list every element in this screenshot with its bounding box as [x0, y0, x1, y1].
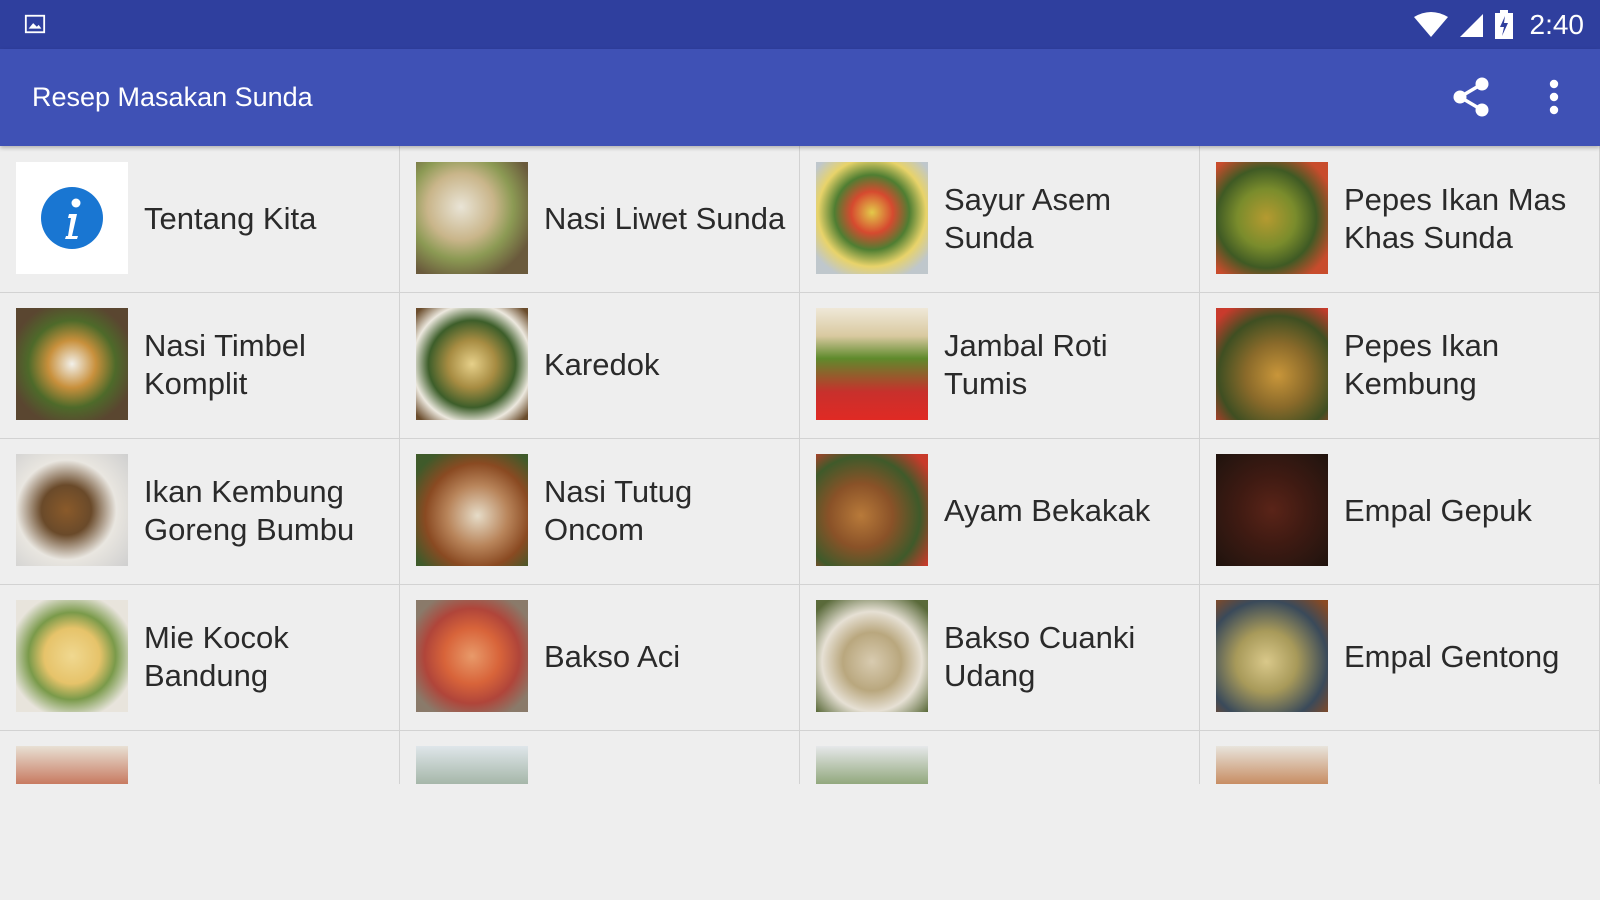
recipe-label: Mie Kocok Bandung [144, 620, 289, 693]
recipe-label: Ikan Kembung Goreng Bumbu [144, 474, 355, 547]
food-photo [16, 746, 128, 784]
food-photo [1216, 454, 1328, 566]
food-photo [416, 746, 528, 784]
food-photo [416, 454, 528, 566]
grid-row [0, 730, 1600, 784]
share-icon [1453, 77, 1489, 117]
app-bar: Resep Masakan Sunda [0, 49, 1600, 146]
recipe-label: Empal Gentong [1344, 639, 1560, 674]
app-title: Resep Masakan Sunda [32, 82, 313, 112]
info-thumbnail [16, 162, 128, 274]
status-indicators: 2:40 [1413, 0, 1585, 49]
recipe-item-nasi-timbel-komplit[interactable]: Nasi Timbel Komplit [0, 292, 400, 438]
share-button[interactable] [1447, 73, 1495, 121]
grid-row: Nasi Timbel Komplit Karedok Jambal Roti … [0, 292, 1600, 439]
grid-row: Ikan Kembung Goreng Bumbu Nasi Tutug Onc… [0, 438, 1600, 585]
recipe-item-empal-gepuk[interactable]: Empal Gepuk [1200, 438, 1600, 584]
food-photo [816, 308, 928, 420]
info-icon [41, 187, 103, 249]
recipe-item-tentang-kita[interactable]: Tentang Kita [0, 146, 400, 292]
recipe-label: Sayur Asem Sunda [944, 182, 1112, 255]
food-photo [1216, 308, 1328, 420]
more-vert-icon [1549, 79, 1559, 115]
recipe-item-ayam-bekakak[interactable]: Ayam Bekakak [800, 438, 1200, 584]
more-options-button[interactable] [1530, 73, 1578, 121]
food-photo [816, 600, 928, 712]
recipe-label: Pepes Ikan Mas Khas Sunda [1344, 182, 1567, 255]
recipe-item-partial[interactable] [800, 730, 1200, 784]
food-photo [16, 308, 128, 420]
empty-background [0, 784, 1600, 900]
recipe-label: Nasi Tutug Oncom [544, 474, 693, 547]
recipe-grid: Tentang Kita Nasi Liwet Sunda Sayur Asem… [0, 146, 1600, 784]
recipe-item-mie-kocok-bandung[interactable]: Mie Kocok Bandung [0, 584, 400, 730]
food-photo [816, 162, 928, 274]
recipe-item-nasi-tutug-oncom[interactable]: Nasi Tutug Oncom [400, 438, 800, 584]
recipe-item-jambal-roti-tumis[interactable]: Jambal Roti Tumis [800, 292, 1200, 438]
recipe-label: Bakso Aci [544, 639, 681, 674]
recipe-label: Nasi Liwet Sunda [544, 201, 786, 236]
recipe-item-pepes-ikan-mas[interactable]: Pepes Ikan Mas Khas Sunda [1200, 146, 1600, 292]
food-photo [416, 600, 528, 712]
status-bar: 2:40 [0, 0, 1600, 49]
recipe-label: Pepes Ikan Kembung [1344, 328, 1500, 401]
food-photo [416, 162, 528, 274]
food-photo [16, 454, 128, 566]
recipe-label: Empal Gepuk [1344, 493, 1532, 528]
recipe-label: Karedok [544, 347, 660, 382]
recipe-item-partial[interactable] [1200, 730, 1600, 784]
wifi-icon [1413, 11, 1448, 37]
food-photo [1216, 162, 1328, 274]
battery-charging-icon [1494, 9, 1513, 39]
food-photo [1216, 746, 1328, 784]
food-photo [16, 600, 128, 712]
recipe-label: Nasi Timbel Komplit [144, 328, 306, 401]
recipe-item-nasi-liwet-sunda[interactable]: Nasi Liwet Sunda [400, 146, 800, 292]
status-time: 2:40 [1529, 8, 1585, 40]
grid-row: Tentang Kita Nasi Liwet Sunda Sayur Asem… [0, 146, 1600, 293]
image-notification-icon [24, 14, 46, 34]
recipe-item-partial[interactable] [0, 730, 400, 784]
food-photo [816, 454, 928, 566]
recipe-item-partial[interactable] [400, 730, 800, 784]
food-photo [416, 308, 528, 420]
recipe-item-empal-gentong[interactable]: Empal Gentong [1200, 584, 1600, 730]
food-photo [1216, 600, 1328, 712]
food-photo [816, 746, 928, 784]
recipe-item-karedok[interactable]: Karedok [400, 292, 800, 438]
recipe-label: Jambal Roti Tumis [944, 328, 1108, 401]
cell-signal-icon [1459, 13, 1483, 37]
recipe-label: Bakso Cuanki Udang [944, 620, 1136, 693]
recipe-label: Tentang Kita [144, 201, 317, 236]
recipe-item-bakso-cuanki-udang[interactable]: Bakso Cuanki Udang [800, 584, 1200, 730]
recipe-item-sayur-asem-sunda[interactable]: Sayur Asem Sunda [800, 146, 1200, 292]
recipe-item-pepes-ikan-kembung[interactable]: Pepes Ikan Kembung [1200, 292, 1600, 438]
recipe-item-bakso-aci[interactable]: Bakso Aci [400, 584, 800, 730]
grid-row: Mie Kocok Bandung Bakso Aci Bakso Cuanki… [0, 584, 1600, 731]
recipe-item-ikan-kembung-goreng[interactable]: Ikan Kembung Goreng Bumbu [0, 438, 400, 584]
recipe-label: Ayam Bekakak [944, 493, 1151, 528]
